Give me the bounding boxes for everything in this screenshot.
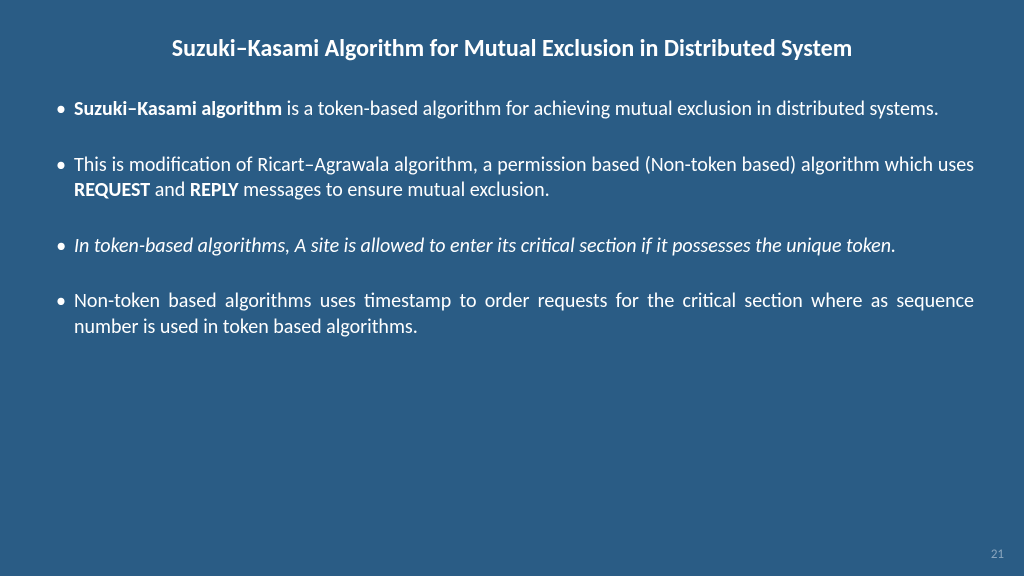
- bold-text: Suzuki–Kasami algorithm: [74, 97, 282, 121]
- bullet-list: Suzuki–Kasami algorithm is a token-based…: [50, 97, 974, 341]
- list-item: Non-token based algorithms uses timestam…: [50, 289, 974, 340]
- bold-text: REPLY: [190, 178, 239, 202]
- text: Non-token based algorithms uses timestam…: [74, 289, 974, 339]
- text: and: [150, 178, 190, 202]
- slide-title: Suzuki–Kasami Algorithm for Mutual Exclu…: [50, 34, 974, 63]
- bold-text: REQUEST: [74, 178, 150, 202]
- text: messages to ensure mutual exclusion.: [239, 178, 550, 202]
- text: is a token-based algorithm for achieving…: [282, 97, 939, 121]
- page-number: 21: [991, 547, 1004, 562]
- list-item: In token-based algorithms, A site is all…: [50, 234, 974, 260]
- list-item: This is modification of Ricart–Agrawala …: [50, 153, 974, 204]
- list-item: Suzuki–Kasami algorithm is a token-based…: [50, 97, 974, 123]
- text: This is modification of Ricart–Agrawala …: [74, 153, 974, 177]
- italic-text: In token-based algorithms, A site is all…: [74, 234, 896, 258]
